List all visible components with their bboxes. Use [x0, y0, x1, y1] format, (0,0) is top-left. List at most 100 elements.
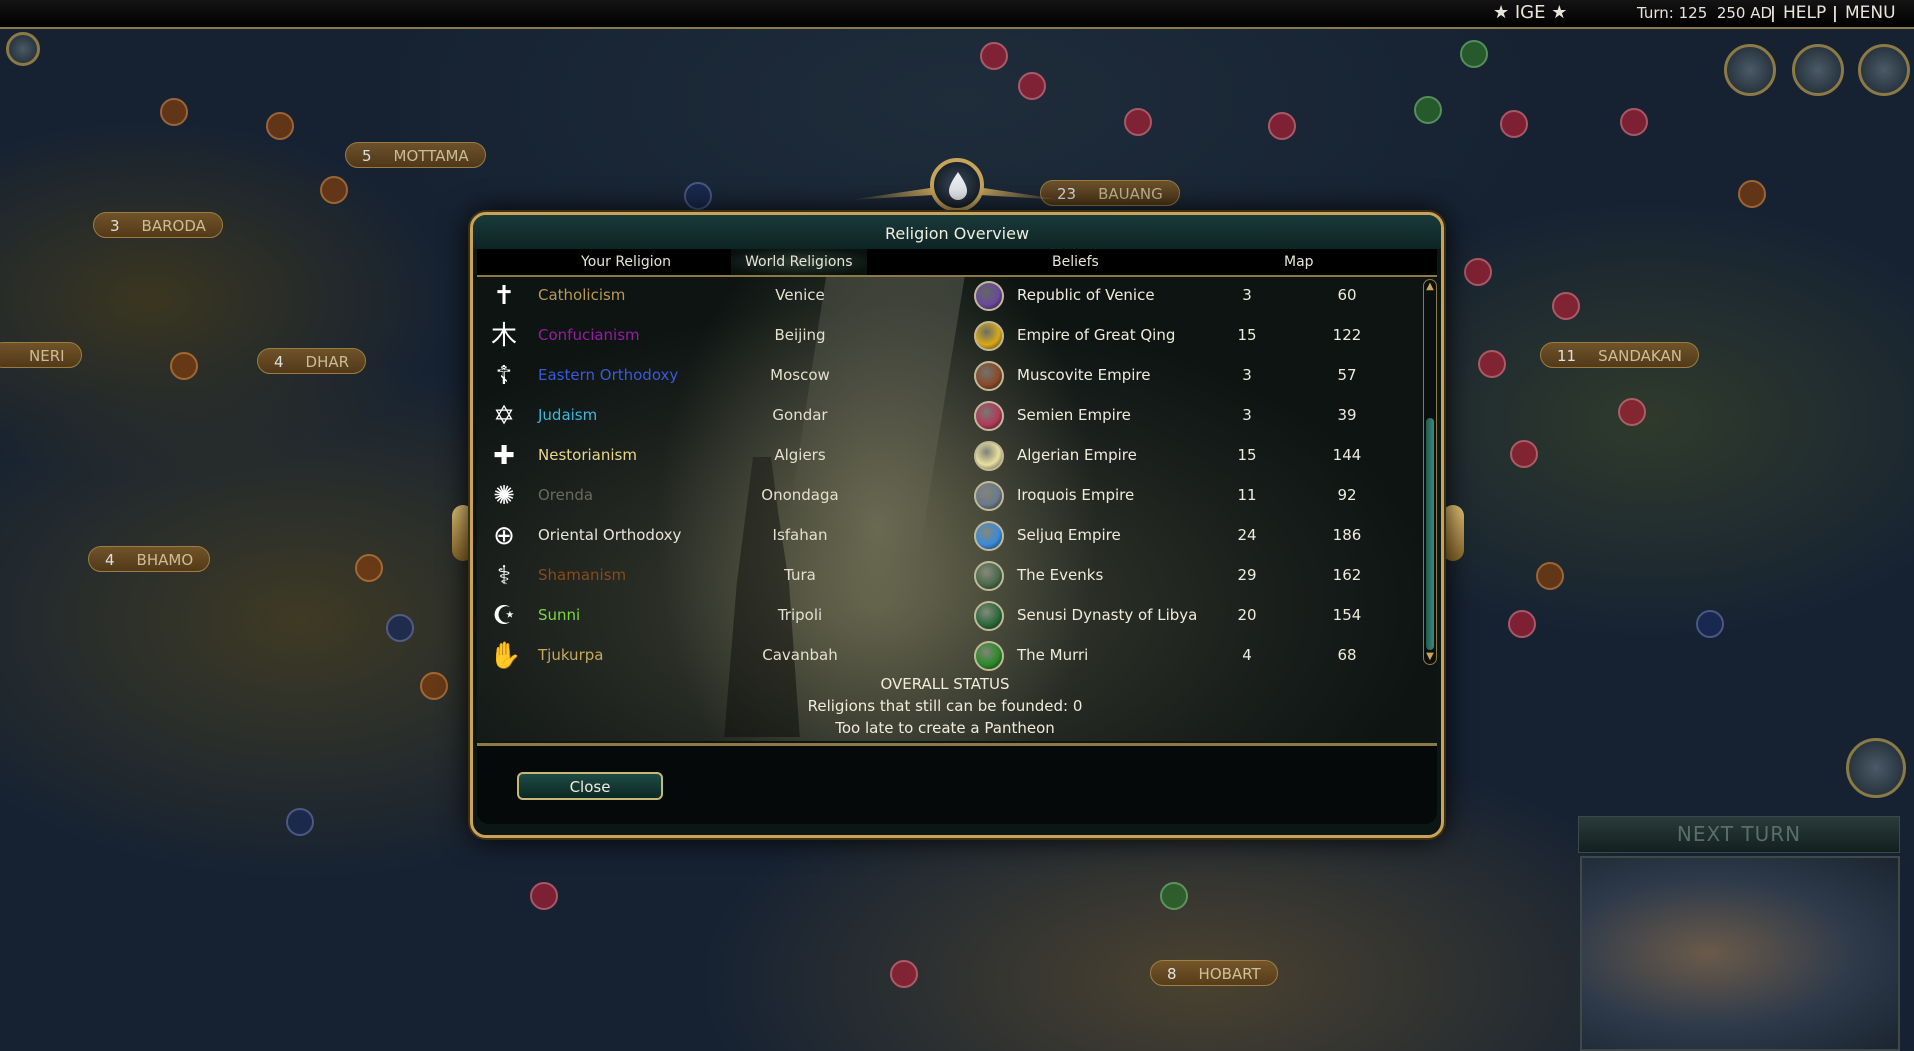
unit-icon[interactable]: [355, 554, 383, 582]
founder-civ: Semien Empire: [1017, 406, 1131, 424]
unit-icon[interactable]: [1552, 292, 1580, 320]
religion-name[interactable]: Judaism: [538, 406, 597, 424]
follower-count: 3: [1242, 406, 1252, 424]
civ-emblem-icon: [974, 401, 1004, 431]
religion-name[interactable]: Oriental Orthodoxy: [538, 526, 681, 544]
holy-city: Venice: [775, 286, 825, 304]
religion-row[interactable]: ✝ Catholicism Venice Republic of Venice 3 60: [477, 277, 1413, 317]
globe-icon[interactable]: [1858, 44, 1910, 96]
religion-symbol-icon: ✡: [493, 401, 515, 431]
tab-your-religion[interactable]: Your Religion: [581, 254, 671, 270]
religion-name[interactable]: Eastern Orthodoxy: [538, 366, 678, 384]
unit-icon[interactable]: [1460, 40, 1488, 68]
unit-icon[interactable]: [1018, 72, 1046, 100]
unit-icon[interactable]: [266, 112, 294, 140]
city-banner[interactable]: NERI: [0, 342, 82, 368]
unit-icon[interactable]: [1268, 112, 1296, 140]
help-button[interactable]: HELP: [1783, 3, 1826, 23]
scroll-thumb[interactable]: [1426, 418, 1434, 650]
civ-emblem-icon: [974, 321, 1004, 351]
unit-icon[interactable]: [1618, 398, 1646, 426]
expand-chevron-icon[interactable]: [6, 32, 40, 66]
unit-icon[interactable]: [1510, 440, 1538, 468]
religion-row[interactable]: ✚ Nestorianism Algiers Algerian Empire 15 144: [477, 437, 1413, 477]
follower-count: 24: [1237, 526, 1257, 544]
religion-row[interactable]: 木 Confucianism Beijing Empire of Great Qing…: [477, 317, 1413, 357]
religion-symbol-icon: ☪: [492, 601, 516, 631]
religion-list-panel: ✝ Catholicism Venice Republic of Venice 3 60 木…: [477, 277, 1437, 741]
holy-city: Onondaga: [761, 486, 839, 504]
city-banner[interactable]: 11 SANDAKAN: [1540, 342, 1699, 368]
city-name: BAUANG: [1098, 185, 1163, 203]
city-banner[interactable]: 4 BHAMO: [88, 546, 211, 572]
religion-symbol-icon: ✚: [493, 441, 515, 471]
religion-name[interactable]: Orenda: [538, 486, 593, 504]
minimap[interactable]: [1580, 856, 1900, 1051]
unit-icon[interactable]: [386, 614, 414, 642]
religion-overview-dialog: Religion Overview Your Religion World Re…: [470, 212, 1444, 838]
city-banner[interactable]: 4 DHAR: [257, 348, 367, 374]
religion-name[interactable]: Shamanism: [538, 566, 626, 584]
civ-emblem-icon: [974, 561, 1004, 591]
religion-row[interactable]: ☪ Sunni Tripoli Senusi Dynasty of Libya 20 15…: [477, 597, 1413, 637]
unit-icon[interactable]: [320, 176, 348, 204]
founder-civ: Algerian Empire: [1017, 446, 1137, 464]
unit-icon[interactable]: [980, 42, 1008, 70]
religion-name[interactable]: Catholicism: [538, 286, 625, 304]
unit-icon[interactable]: [1414, 96, 1442, 124]
city-banner[interactable]: 23 BAUANG: [1040, 180, 1180, 206]
unit-icon[interactable]: [890, 960, 918, 988]
founder-civ: Republic of Venice: [1017, 286, 1155, 304]
unit-icon[interactable]: [684, 182, 712, 210]
unit-icon[interactable]: [530, 882, 558, 910]
city-name: DHAR: [305, 353, 350, 371]
ige-button[interactable]: ★ IGE ★: [1493, 2, 1567, 23]
unit-icon[interactable]: [1124, 108, 1152, 136]
unit-icon[interactable]: [1696, 610, 1724, 638]
religion-name[interactable]: Sunni: [538, 606, 580, 624]
unit-icon[interactable]: [1160, 882, 1188, 910]
religion-row[interactable]: ✡ Judaism Gondar Semien Empire 3 39: [477, 397, 1413, 437]
unit-icon[interactable]: [160, 98, 188, 126]
unit-icon[interactable]: [1536, 562, 1564, 590]
scrollbar[interactable]: ▲ ▼: [1423, 279, 1437, 665]
unit-icon[interactable]: [1464, 258, 1492, 286]
scroll-up-arrow-icon[interactable]: ▲: [1424, 280, 1436, 294]
unit-icon[interactable]: [1738, 180, 1766, 208]
city-name: SANDAKAN: [1598, 347, 1682, 365]
religion-name[interactable]: Confucianism: [538, 326, 640, 344]
city-pop: 4: [105, 551, 115, 569]
unit-icon[interactable]: [170, 352, 198, 380]
date-label: 250 AD: [1716, 4, 1773, 22]
unit-icon[interactable]: [286, 808, 314, 836]
religion-name[interactable]: Tjukurpa: [538, 646, 603, 664]
unit-icon[interactable]: [1620, 108, 1648, 136]
tab-beliefs[interactable]: Beliefs: [1052, 254, 1099, 270]
religion-row[interactable]: ⊕ Oriental Orthodoxy Isfahan Seljuq Empire 2…: [477, 517, 1413, 557]
unit-icon[interactable]: [1500, 110, 1528, 138]
close-button[interactable]: Close: [517, 772, 663, 800]
religion-row[interactable]: ✋ Tjukurpa Cavanbah The Murri 4 68: [477, 637, 1413, 677]
religion-row[interactable]: ✺ Orenda Onondaga Iroquois Empire 11 92: [477, 477, 1413, 517]
city-banner[interactable]: 5 MOTTAMA: [345, 142, 486, 168]
religion-symbol-icon: ⊕: [493, 521, 515, 551]
unit-icon[interactable]: [420, 672, 448, 700]
unit-panel-icon[interactable]: [1846, 738, 1906, 798]
next-turn-button[interactable]: NEXT TURN: [1578, 816, 1900, 853]
religion-row[interactable]: ⚕ Shamanism Tura The Evenks 29 162: [477, 557, 1413, 597]
tab-map[interactable]: Map: [1284, 254, 1314, 270]
tab-world-religions[interactable]: World Religions: [731, 249, 867, 275]
diplomacy-icon[interactable]: [1724, 44, 1776, 96]
unit-icon[interactable]: [1478, 350, 1506, 378]
religion-row[interactable]: ☦ Eastern Orthodoxy Moscow Muscovite Empire…: [477, 357, 1413, 397]
religion-symbol-icon: ☦: [495, 361, 513, 391]
menu-button[interactable]: MENU: [1845, 3, 1896, 23]
city-banner[interactable]: 8 HOBART: [1150, 960, 1278, 986]
scroll-down-arrow-icon[interactable]: ▼: [1424, 650, 1436, 664]
city-banner[interactable]: 3 BARODA: [93, 212, 223, 238]
city-pop: 3: [110, 217, 120, 235]
religion-symbol-icon: ⚕: [496, 561, 512, 591]
religion-name[interactable]: Nestorianism: [538, 446, 637, 464]
unit-icon[interactable]: [1508, 610, 1536, 638]
advisor-icon[interactable]: [1792, 44, 1844, 96]
